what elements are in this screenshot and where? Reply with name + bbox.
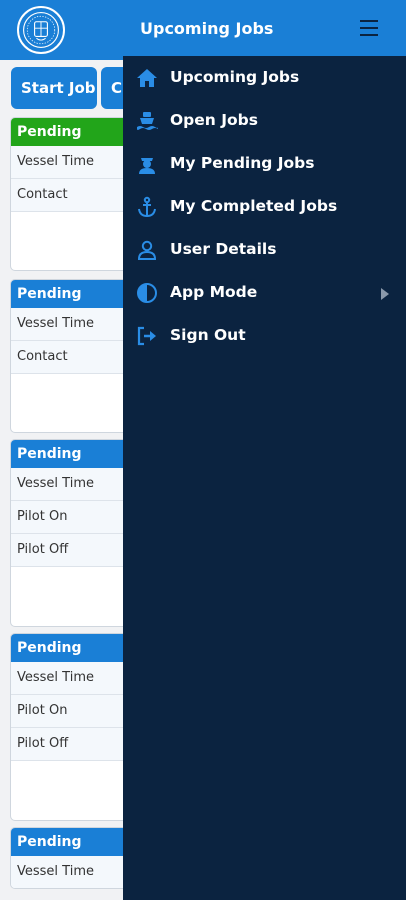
menu-item-label: App Mode (170, 283, 258, 301)
card-field-label: Pilot On (11, 695, 129, 728)
chevron-right-icon (379, 286, 391, 300)
job-card[interactable]: Pending Vessel Time Contact (10, 117, 130, 271)
status-badge: Pending (11, 828, 129, 856)
status-badge: Pending (11, 280, 129, 308)
user-icon (135, 238, 159, 262)
app-header: Upcoming Jobs (0, 0, 406, 60)
anchor-icon (135, 195, 159, 219)
hamburger-menu-icon[interactable] (359, 18, 381, 38)
menu-item-label: Open Jobs (170, 111, 258, 129)
menu-item-sign-out[interactable]: Sign Out (123, 316, 406, 356)
menu-item-label: Sign Out (170, 326, 246, 344)
menu-item-my-pending-jobs[interactable]: My Pending Jobs (123, 144, 406, 184)
card-field-label: Vessel Time (11, 468, 129, 501)
page-title: Upcoming Jobs (140, 19, 274, 38)
card-field-label: Pilot Off (11, 534, 129, 567)
card-field-label: Vessel Time (11, 146, 129, 179)
captain-icon (135, 152, 159, 176)
navigation-drawer: Upcoming Jobs Open Jobs My Pending Jobs (123, 56, 406, 900)
status-badge: Pending (11, 634, 129, 662)
menu-item-app-mode[interactable]: App Mode (123, 273, 406, 313)
status-badge: Pending (11, 440, 129, 468)
start-job-button[interactable]: Start Job (11, 67, 97, 109)
home-icon (135, 66, 159, 90)
menu-item-label: My Pending Jobs (170, 154, 315, 172)
ship-icon (135, 109, 159, 133)
menu-item-label: User Details (170, 240, 277, 258)
job-card[interactable]: Pending Vessel Time (10, 827, 130, 889)
card-field-label: Contact (11, 341, 129, 374)
card-field-label: Vessel Time (11, 308, 129, 341)
card-field-label: Pilot Off (11, 728, 129, 761)
menu-item-label: Upcoming Jobs (170, 68, 300, 86)
job-card[interactable]: Pending Vessel Time Contact (10, 279, 130, 433)
card-field-label: Vessel Time (11, 856, 129, 888)
card-field-label: Contact (11, 179, 129, 212)
card-field-label: Pilot On (11, 501, 129, 534)
contrast-icon (135, 281, 159, 305)
menu-item-label: My Completed Jobs (170, 197, 338, 215)
menu-item-open-jobs[interactable]: Open Jobs (123, 101, 406, 141)
status-badge: Pending (11, 118, 129, 146)
menu-item-user-details[interactable]: User Details (123, 230, 406, 270)
card-field-label: Vessel Time (11, 662, 129, 695)
crest-logo (17, 6, 65, 54)
job-card[interactable]: Pending Vessel Time Pilot On Pilot Off (10, 439, 130, 627)
sign-out-icon (135, 324, 159, 348)
menu-item-my-completed-jobs[interactable]: My Completed Jobs (123, 187, 406, 227)
menu-item-upcoming-jobs[interactable]: Upcoming Jobs (123, 58, 406, 98)
job-card[interactable]: Pending Vessel Time Pilot On Pilot Off (10, 633, 130, 821)
